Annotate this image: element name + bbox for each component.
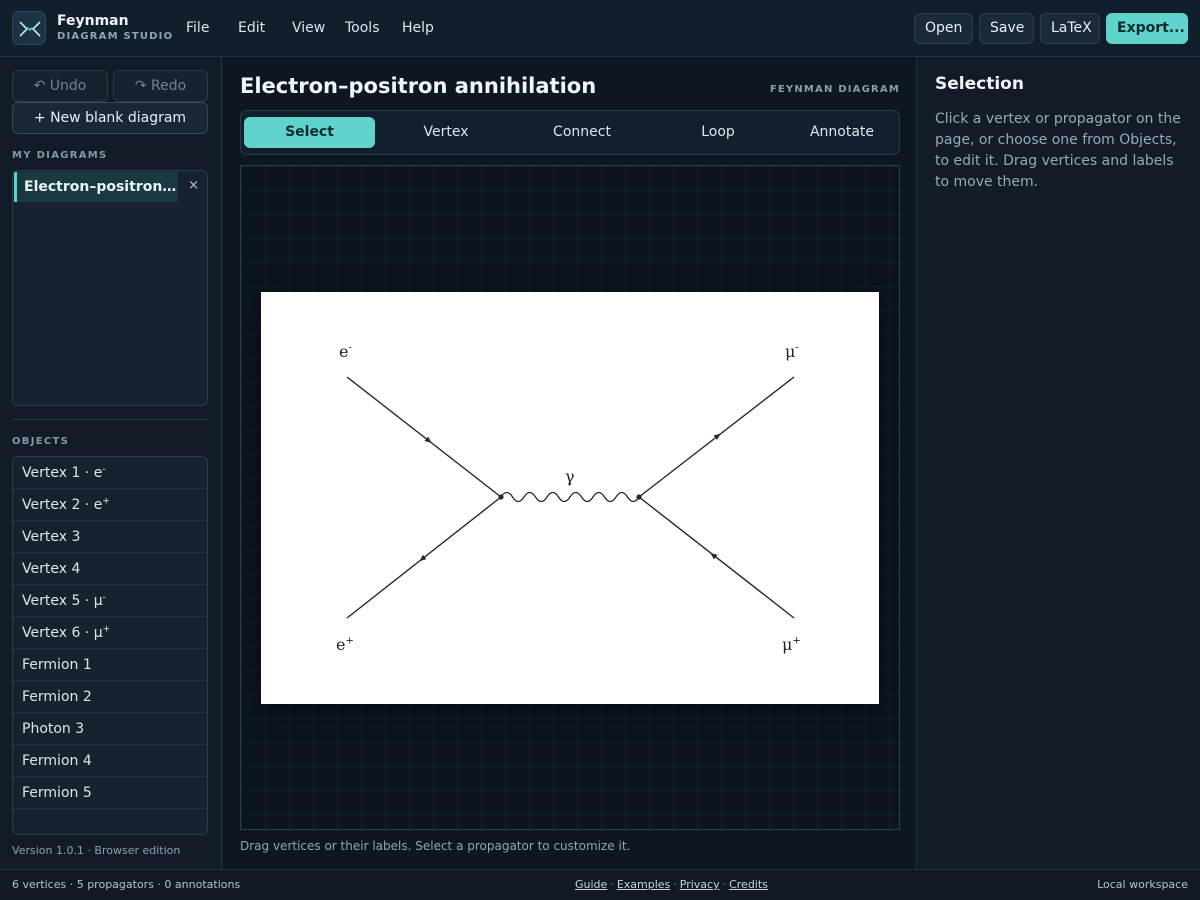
version-text: Version 1.0.1 · Browser edition <box>12 844 181 857</box>
tool-loop[interactable]: Loop <box>653 117 783 148</box>
object-list-item[interactable]: Vertex 6 · μ+ <box>13 617 207 649</box>
object-label: Vertex 4 <box>22 561 81 577</box>
menu-help[interactable]: Help <box>402 20 434 36</box>
label-e-plus[interactable]: e+ <box>336 635 354 654</box>
diagram-item[interactable]: Electron–positron annihilation <box>14 172 178 202</box>
my-diagrams-label: MY DIAGRAMS <box>12 150 108 161</box>
top-bar: Feynman DIAGRAM STUDIO File Edit View To… <box>0 0 1200 57</box>
diagram-counts: 6 vertices · 5 propagators · 0 annotatio… <box>12 878 241 891</box>
vertex-4[interactable] <box>636 494 642 500</box>
objects-list: Vertex 1 · e- Vertex 2 · e+ Vertex 3 Vertex… <box>12 456 208 835</box>
object-list-item[interactable]: Vertex 1 · e- <box>13 457 207 489</box>
app-subtitle: DIAGRAM STUDIO <box>57 31 174 42</box>
guide-link[interactable]: Guide <box>575 878 607 891</box>
footer-links: Guide · Examples · Privacy · Credits <box>575 878 768 891</box>
privacy-link[interactable]: Privacy <box>680 878 720 891</box>
tool-vertex[interactable]: Vertex <box>381 117 511 148</box>
object-list-item[interactable]: Fermion 5 <box>13 777 207 809</box>
object-label-sup: + <box>102 624 111 635</box>
diagram-canvas[interactable]: e- e+ μ- μ+ γ <box>240 165 900 830</box>
label-mu-plus[interactable]: μ+ <box>782 635 801 654</box>
object-label: Fermion 5 <box>22 785 92 801</box>
page-title: Electron–positron annihilation <box>240 74 597 98</box>
undo-button[interactable]: ↶ Undo <box>12 70 108 102</box>
canvas-hint: Drag vertices or their labels. Select a … <box>240 839 631 853</box>
fermion-5-line[interactable] <box>638 496 795 619</box>
object-label: Fermion 1 <box>22 657 92 673</box>
objects-label: OBJECTS <box>12 436 70 447</box>
object-label: Vertex 1 · e <box>22 465 103 481</box>
open-button[interactable]: Open <box>914 13 973 44</box>
object-label: Vertex 6 · μ <box>22 625 103 641</box>
credits-link[interactable]: Credits <box>729 878 768 891</box>
export-button[interactable]: Export... <box>1106 13 1188 44</box>
object-label: Photon 3 <box>22 721 85 737</box>
left-sidebar: ↶ Undo ↷ Redo + New blank diagram MY DIA… <box>0 57 222 869</box>
object-label: Vertex 2 · e <box>22 497 103 513</box>
diagram-type-tag: FEYNMAN DIAGRAM <box>769 84 900 95</box>
workspace-label: Local workspace <box>1097 878 1188 891</box>
label-mu-minus[interactable]: μ- <box>785 342 799 361</box>
app-logo-icon <box>12 11 46 45</box>
object-label: Vertex 3 <box>22 529 81 545</box>
object-list-item[interactable]: Photon 3 <box>13 713 207 745</box>
tool-connect[interactable]: Connect <box>517 117 647 148</box>
fermion-4-line[interactable] <box>638 376 795 498</box>
object-list-item[interactable]: Vertex 2 · e+ <box>13 489 207 521</box>
object-list-item[interactable]: Fermion 1 <box>13 649 207 681</box>
app-name: Feynman <box>57 13 129 29</box>
menu-file[interactable]: File <box>186 20 209 36</box>
selection-help-text: Click a vertex or propagator on the page… <box>935 111 1181 190</box>
object-label: Fermion 4 <box>22 753 92 769</box>
my-diagrams-list: Electron–positron annihilation × <box>12 170 208 406</box>
object-label: Fermion 2 <box>22 689 92 705</box>
menu-view[interactable]: View <box>292 20 325 36</box>
object-label-sup: + <box>102 496 110 507</box>
fermion-2-line[interactable] <box>346 496 502 619</box>
object-list-item[interactable]: Vertex 5 · μ- <box>13 585 207 617</box>
menu-edit[interactable]: Edit <box>238 20 265 36</box>
examples-link[interactable]: Examples <box>617 878 670 891</box>
redo-button[interactable]: ↷ Redo <box>113 70 208 102</box>
tool-select[interactable]: Select <box>244 117 375 148</box>
undo-label: Undo <box>49 78 87 94</box>
new-blank-diagram-button[interactable]: + New blank diagram <box>12 102 208 134</box>
selection-panel: Selection Click a vertex or propagator o… <box>916 57 1200 869</box>
vertex-3[interactable] <box>498 494 504 500</box>
diagram-paper[interactable]: e- e+ μ- μ+ γ <box>261 292 879 704</box>
object-label: Vertex 5 · μ <box>22 593 103 609</box>
latex-button[interactable]: LaTeX <box>1040 13 1100 44</box>
tool-annotate[interactable]: Annotate <box>789 117 895 148</box>
menu-tools[interactable]: Tools <box>345 20 380 36</box>
redo-label: Redo <box>151 78 187 94</box>
object-list-item[interactable]: Fermion 2 <box>13 681 207 713</box>
fermion-1-line[interactable] <box>346 376 502 498</box>
redo-icon: ↷ <box>134 78 147 94</box>
main-area: Electron–positron annihilation FEYNMAN D… <box>223 57 916 869</box>
object-label-sup: - <box>102 464 106 475</box>
undo-icon: ↶ <box>33 78 46 94</box>
tool-bar: Select Vertex Connect Loop Annotate <box>240 110 900 155</box>
status-bar: 6 vertices · 5 propagators · 0 annotatio… <box>0 869 1200 900</box>
object-label-sup: - <box>102 592 106 603</box>
photon-3-line[interactable] <box>500 491 640 503</box>
label-e-minus[interactable]: e- <box>339 342 352 361</box>
label-photon[interactable]: γ <box>565 467 575 486</box>
close-icon[interactable]: × <box>188 178 199 193</box>
object-list-item[interactable]: Vertex 4 <box>13 553 207 585</box>
save-button[interactable]: Save <box>979 13 1034 44</box>
selection-title: Selection <box>935 74 1024 94</box>
object-list-item[interactable]: Vertex 3 <box>13 521 207 553</box>
object-list-item[interactable]: Fermion 4 <box>13 745 207 777</box>
sidebar-divider <box>12 419 208 420</box>
